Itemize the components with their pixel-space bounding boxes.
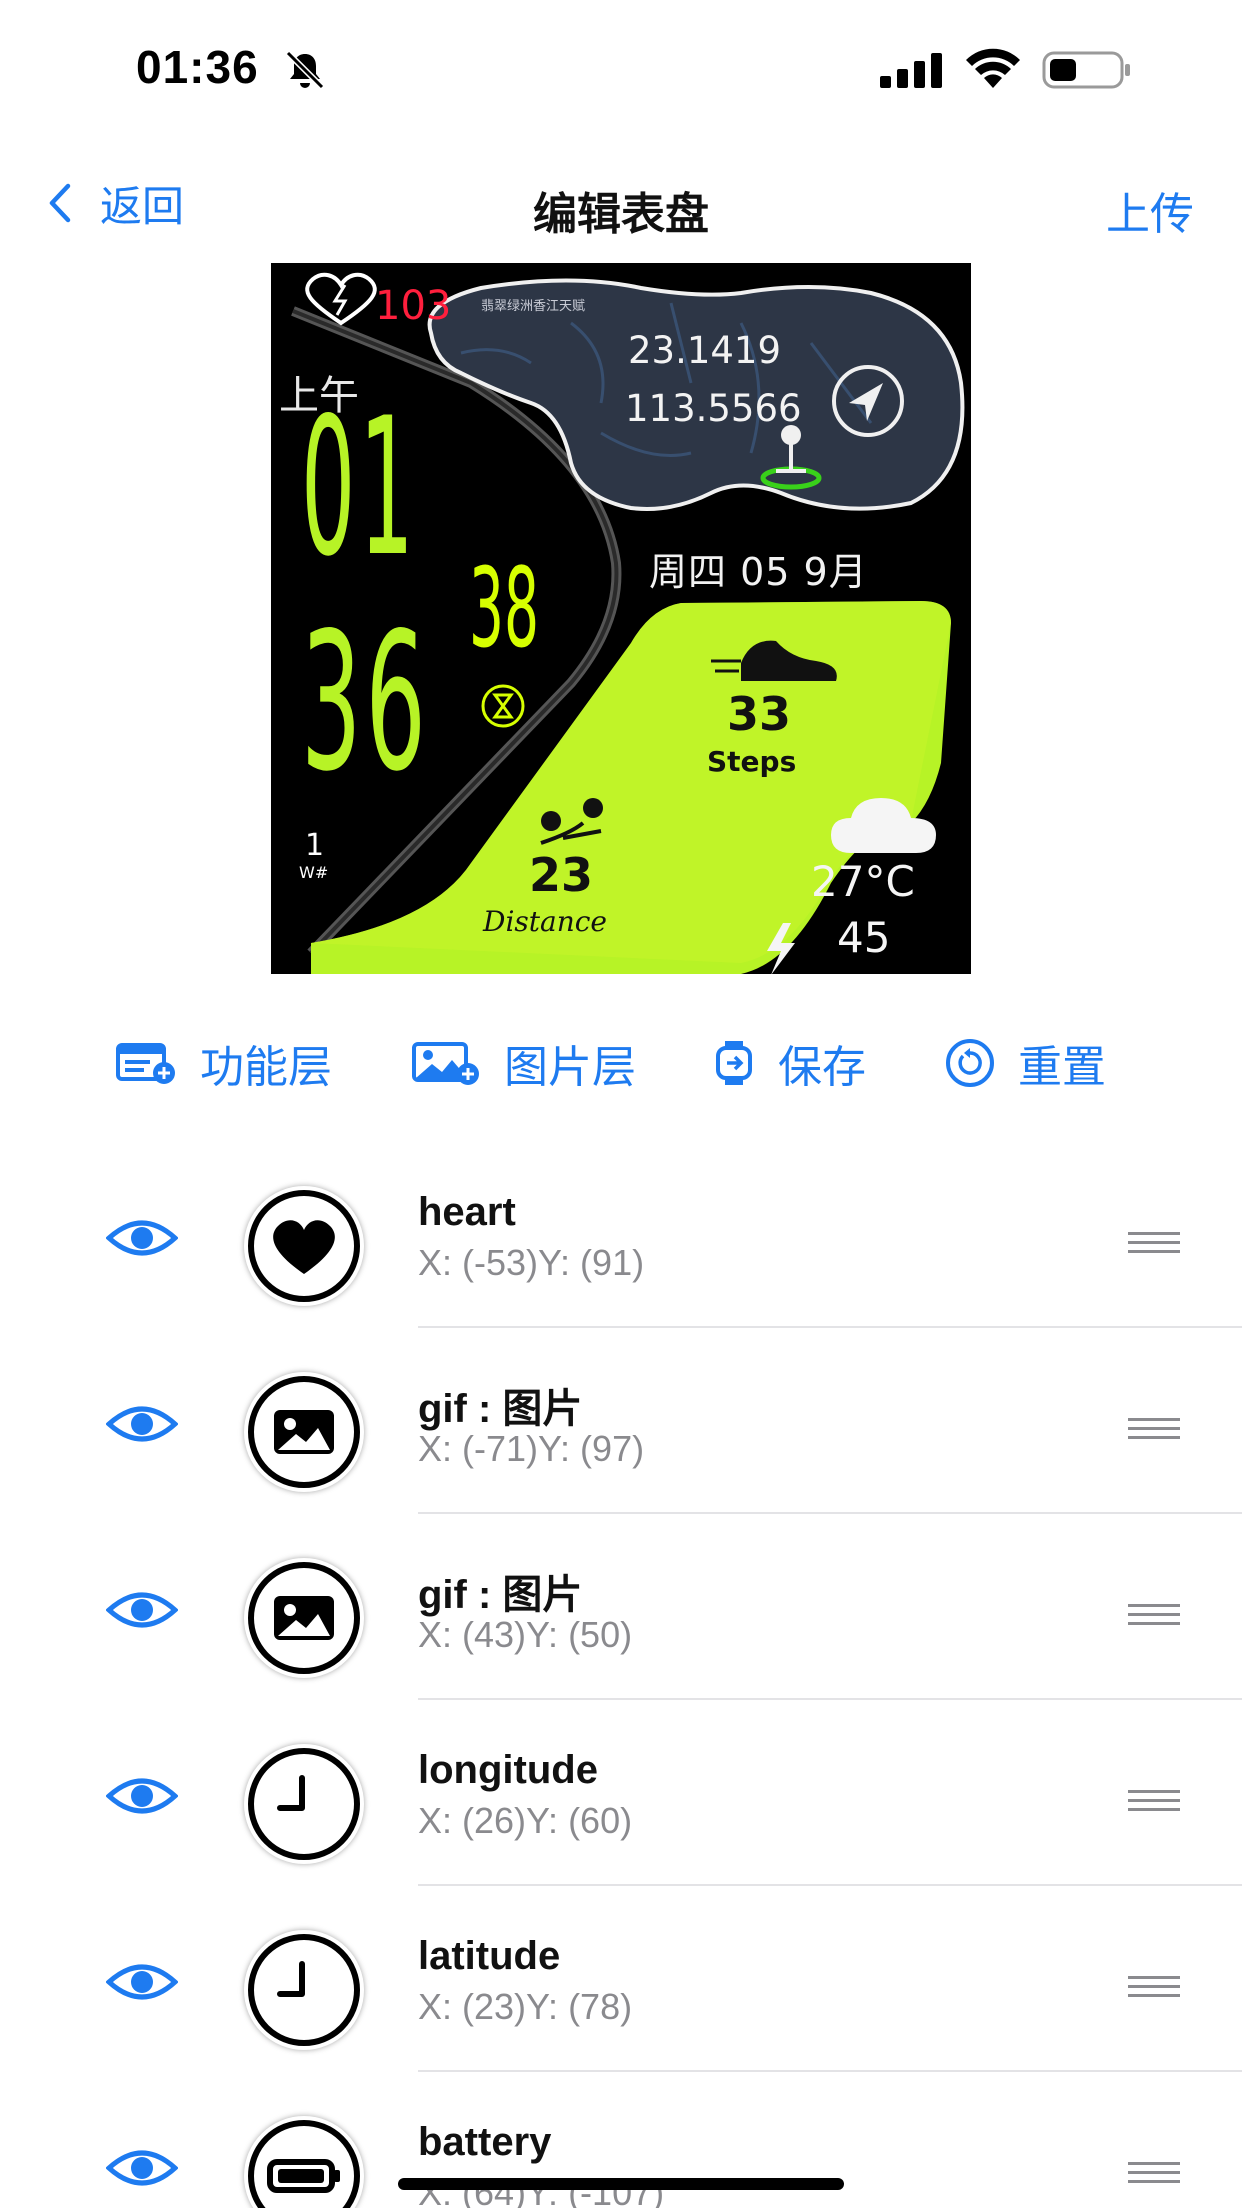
page-title: 编辑表盘	[533, 190, 709, 239]
drag-handle-icon[interactable]	[1128, 1230, 1180, 1256]
layer-name: latitude	[418, 1934, 561, 1978]
layer-coordinates: X: (43)Y: (50)	[418, 1614, 633, 1655]
drag-handle-icon[interactable]	[1128, 1974, 1180, 2000]
eye-icon[interactable]	[106, 1774, 178, 1818]
editor-toolbar: 功能层 图片层 保存 重置	[0, 1028, 1242, 1098]
drag-handle-icon[interactable]	[1128, 2160, 1180, 2186]
watch-face-preview[interactable]: 103 翡翠绿洲香江天赋 23.1419 113.5566 上午 01 36 3…	[271, 263, 971, 974]
layer-row-latitude[interactable]: latitude X: (23)Y: (78)	[0, 1894, 1242, 2080]
distance-label: Distance	[483, 905, 608, 938]
row-separator	[418, 1512, 1242, 1514]
temperature-value: 27°C	[811, 857, 915, 906]
layer-coordinates: X: (-53)Y: (91)	[418, 1242, 645, 1283]
cellular-signal-icon	[880, 53, 942, 88]
second-digits: 38	[469, 544, 539, 672]
eye-icon[interactable]	[106, 1588, 178, 1632]
minute-digits: 36	[301, 592, 430, 813]
bell-slash-icon	[285, 50, 325, 90]
week-unit-label: W#	[299, 863, 329, 882]
row-separator	[418, 1884, 1242, 1886]
layer-row-longitude[interactable]: longitude X: (26)Y: (60)	[0, 1708, 1242, 1894]
steps-value: 33	[727, 687, 792, 741]
status-bar: 01:36	[0, 0, 1242, 140]
image-layer-label: 图片层	[504, 1043, 636, 1092]
layer-thumbnail	[244, 1744, 364, 1864]
eye-icon[interactable]	[106, 2146, 178, 2190]
layer-thumbnail	[244, 1372, 364, 1492]
layer-coordinates: X: (-71)Y: (97)	[418, 1428, 645, 1469]
battery-icon	[1042, 51, 1130, 89]
layer-coordinates: X: (26)Y: (60)	[418, 1800, 633, 1841]
drag-handle-icon[interactable]	[1128, 1602, 1180, 1628]
wifi-icon	[966, 48, 1020, 88]
navigation-bar: 返回 编辑表盘 上传	[0, 160, 1242, 244]
save-label: 保存	[778, 1043, 866, 1092]
map-location-label: 翡翠绿洲香江天赋	[481, 299, 586, 314]
drag-handle-icon[interactable]	[1128, 1788, 1180, 1814]
layer-coordinates: X: (23)Y: (78)	[418, 1986, 633, 2027]
date-label: 周四 05 9月	[649, 550, 868, 594]
layer-name: longitude	[418, 1748, 598, 1792]
image-layer-add-icon	[412, 1042, 479, 1085]
function-layer-add-icon	[116, 1043, 175, 1084]
image-icon	[248, 1376, 360, 1488]
heart-rate-value: 103	[375, 283, 452, 329]
layer-thumbnail	[244, 1930, 364, 2050]
eye-icon[interactable]	[106, 1960, 178, 2004]
drag-handle-icon[interactable]	[1128, 1416, 1180, 1442]
watch-save-icon	[716, 1041, 752, 1085]
layer-thumbnail	[244, 1186, 364, 1306]
image-icon	[248, 1562, 360, 1674]
row-separator	[418, 1326, 1242, 1328]
watch-face-editor-screen: 01:36 返回 编辑表盘 上传 103 翡翠绿洲香江天赋 23.1419 11…	[0, 0, 1242, 2208]
eye-icon[interactable]	[106, 1402, 178, 1446]
distance-value: 23	[529, 848, 594, 902]
layer-name: gif : 图片	[418, 1387, 583, 1431]
function-layer-label: 功能层	[200, 1043, 332, 1092]
layer-name: heart	[418, 1190, 516, 1234]
add-function-layer-button[interactable]: 功能层	[116, 1028, 332, 1098]
layer-row-heart[interactable]: heart X: (-53)Y: (91)	[0, 1150, 1242, 1336]
layer-row-gif-image[interactable]: gif : 图片 X: (-71)Y: (97)	[0, 1336, 1242, 1522]
layer-name: gif : 图片	[418, 1573, 583, 1617]
steps-label: Steps	[707, 745, 797, 778]
clock-icon	[248, 1934, 360, 2046]
home-indicator[interactable]	[398, 2178, 844, 2190]
week-number: 1	[305, 828, 325, 863]
power-value: 45	[837, 913, 891, 962]
eye-icon[interactable]	[106, 1216, 178, 1260]
reset-label: 重置	[1018, 1043, 1106, 1092]
reset-icon	[946, 1039, 994, 1087]
row-separator	[418, 2070, 1242, 2072]
upload-button[interactable]: 上传	[1106, 178, 1194, 242]
save-button[interactable]: 保存	[712, 1028, 866, 1098]
row-separator	[418, 1698, 1242, 1700]
layer-thumbnail	[244, 1558, 364, 1678]
hourglass-icon	[481, 684, 525, 728]
reset-button[interactable]: 重置	[944, 1028, 1106, 1098]
add-image-layer-button[interactable]: 图片层	[412, 1028, 636, 1098]
layer-row-gif-image[interactable]: gif : 图片 X: (43)Y: (50)	[0, 1522, 1242, 1708]
latitude-value: 23.1419	[628, 329, 782, 372]
battery-icon	[248, 2120, 360, 2208]
layer-name: battery	[418, 2120, 552, 2164]
hour-digits: 01	[301, 377, 418, 598]
status-time: 01:36	[136, 41, 259, 93]
longitude-value: 113.5566	[625, 387, 802, 430]
layer-thumbnail	[244, 2116, 364, 2208]
clock-icon	[248, 1748, 360, 1860]
heart-icon	[248, 1190, 360, 1302]
